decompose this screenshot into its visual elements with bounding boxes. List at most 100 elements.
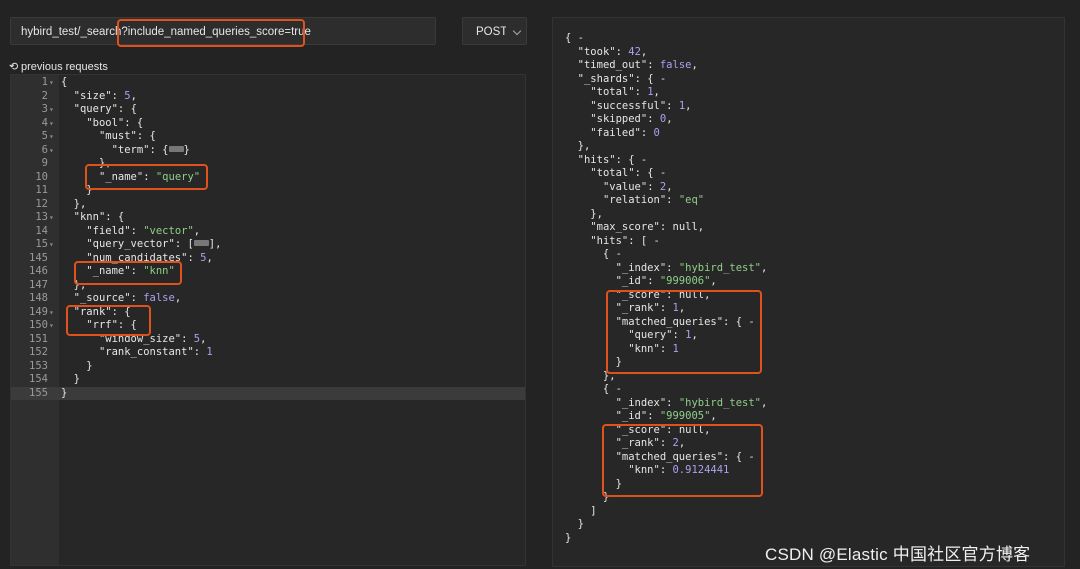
editor-line[interactable]: 10 "_name": "query": [11, 171, 525, 185]
line-number: 147: [29, 278, 48, 291]
response-line: "_shards": { -: [553, 73, 1064, 87]
response-line: ]: [553, 505, 1064, 519]
editor-line-text: "num_candidates": 5,: [86, 251, 213, 264]
editor-line[interactable]: 3 ▾ "query": {: [11, 103, 525, 117]
editor-line[interactable]: 15 ▾ "query_vector": [],: [11, 238, 525, 252]
editor-line[interactable]: 150 ▾ "rrf": {: [11, 319, 525, 333]
response-line-text: "_index": "hybird_test",: [615, 261, 768, 274]
http-method-select[interactable]: POST: [462, 17, 527, 45]
response-line: { -: [553, 248, 1064, 262]
editor-line-text: "rank_constant": 1: [98, 346, 213, 358]
editor-line[interactable]: 146 "_name": "knn": [11, 265, 525, 279]
editor-line[interactable]: 6 ▾ "term": {}: [11, 144, 525, 158]
editor-line-text: {: [61, 76, 68, 88]
response-line-text: ]: [565, 504, 597, 517]
editor-line[interactable]: 152 "rank_constant": 1: [11, 346, 525, 360]
editor-line[interactable]: 145 "num_candidates": 5,: [11, 252, 525, 266]
fold-toggle-icon[interactable]: ▾: [49, 144, 54, 158]
editor-line[interactable]: 147 },: [11, 279, 525, 293]
editor-line[interactable]: 151 "window_size": 5,: [11, 333, 525, 347]
response-line: }: [553, 491, 1064, 505]
line-number: 151: [29, 332, 48, 345]
line-number: 153: [29, 359, 48, 372]
response-line: "_id": "999006",: [553, 275, 1064, 289]
fold-toggle-icon[interactable]: ▾: [49, 117, 54, 131]
response-line-text: { -: [565, 248, 622, 260]
response-line: "failed": 0: [553, 127, 1064, 141]
response-line: }: [553, 518, 1064, 532]
fold-toggle-icon[interactable]: ▾: [49, 76, 54, 90]
editor-line[interactable]: 14 "field": "vector",: [11, 225, 525, 239]
editor-line[interactable]: 12 },: [11, 198, 525, 212]
response-line: "_index": "hybird_test",: [553, 397, 1064, 411]
response-line-text: "knn": 1: [628, 342, 679, 355]
line-number: 6: [41, 143, 48, 156]
response-line-text: "_rank": 1,: [615, 302, 686, 314]
editor-line[interactable]: 11 }: [11, 184, 525, 198]
response-line: "matched_queries": { -: [553, 316, 1064, 330]
watermark: CSDN @Elastic 中国社区官方博客: [765, 545, 1031, 564]
response-panel[interactable]: { - "took": 42, "timed_out": false, "_sh…: [552, 17, 1065, 567]
collapsed-content-icon[interactable]: [168, 145, 184, 152]
response-line-text: "total": 1,: [590, 86, 660, 98]
editor-line[interactable]: 4 ▾ "bool": {: [11, 117, 525, 131]
fold-toggle-icon[interactable]: ▾: [49, 211, 54, 225]
editor-line[interactable]: 149 ▾ "rank": {: [11, 306, 525, 320]
editor-line[interactable]: 154 }: [11, 373, 525, 387]
fold-toggle-icon[interactable]: ▾: [49, 306, 54, 320]
editor-line-text: }: [61, 386, 68, 399]
request-editor[interactable]: 1 ▾{2 "size": 5, 3 ▾ "query": {4 ▾ "bool": {…: [10, 74, 526, 566]
line-number: 9: [41, 157, 48, 169]
response-line-text: { -: [565, 383, 622, 395]
fold-toggle-icon[interactable]: ▾: [49, 130, 54, 144]
editor-line-text: "window_size": 5,: [98, 332, 207, 345]
response-line-text: "query": 1,: [628, 329, 698, 341]
editor-line-text: }: [61, 373, 80, 385]
editor-line-text: "rrf": {: [86, 319, 137, 331]
response-line: "query": 1,: [553, 329, 1064, 343]
response-line: }: [553, 356, 1064, 370]
response-line-text: "matched_queries": { -: [615, 315, 755, 328]
editor-line-text: "rank": {: [73, 305, 131, 318]
editor-line[interactable]: 155}: [11, 386, 525, 400]
response-line: "successful": 1,: [553, 100, 1064, 114]
line-number: 11: [35, 184, 48, 196]
editor-line[interactable]: 153 }: [11, 360, 525, 374]
editor-line-text: },: [61, 278, 87, 291]
response-line: "timed_out": false,: [553, 59, 1064, 73]
line-number: 10: [35, 170, 48, 183]
editor-line-text: "query_vector": [],: [86, 238, 222, 250]
editor-line-text: }: [61, 359, 93, 372]
editor-line[interactable]: 13 ▾ "knn": {: [11, 211, 525, 225]
response-line-text: "matched_queries": { -: [615, 450, 755, 463]
response-line-text: "timed_out": false,: [577, 59, 698, 71]
fold-toggle-icon[interactable]: ▾: [49, 238, 54, 252]
line-number: 154: [29, 373, 48, 385]
response-line-text: "max_score": null,: [590, 221, 705, 233]
line-number: 145: [29, 251, 48, 264]
editor-line-text: }: [61, 184, 93, 196]
editor-line[interactable]: 5 ▾ "must": {: [11, 130, 525, 144]
line-number: 2: [41, 89, 48, 102]
editor-line[interactable]: 9 },: [11, 157, 525, 171]
response-line: },: [553, 370, 1064, 384]
response-line-text: "value": 2,: [602, 180, 673, 193]
response-line-text: }: [565, 356, 622, 368]
response-line: },: [553, 140, 1064, 154]
request-url-input[interactable]: hybird_test/_search?include_named_querie…: [10, 17, 436, 45]
collapsed-content-icon[interactable]: [193, 240, 209, 246]
fold-toggle-icon[interactable]: ▾: [49, 103, 54, 117]
previous-requests-link[interactable]: ⟲ previous requests: [9, 60, 108, 73]
editor-line[interactable]: 2 "size": 5,: [11, 90, 525, 104]
response-line-text: "relation": "eq": [602, 194, 705, 206]
fold-toggle-icon[interactable]: ▾: [49, 319, 54, 333]
response-line: "_index": "hybird_test",: [553, 262, 1064, 276]
response-line-text: { -: [565, 32, 584, 44]
editor-line[interactable]: 148 "_source": false,: [11, 292, 525, 306]
response-line-text: "failed": 0: [590, 126, 660, 139]
response-line: "hits": { -: [553, 154, 1064, 168]
response-line: "knn": 0.9124441: [553, 464, 1064, 478]
editor-line[interactable]: 1 ▾ {: [11, 76, 525, 90]
editor-line-text: "_source": false,: [73, 292, 182, 304]
response-line: "total": { -: [553, 167, 1064, 181]
